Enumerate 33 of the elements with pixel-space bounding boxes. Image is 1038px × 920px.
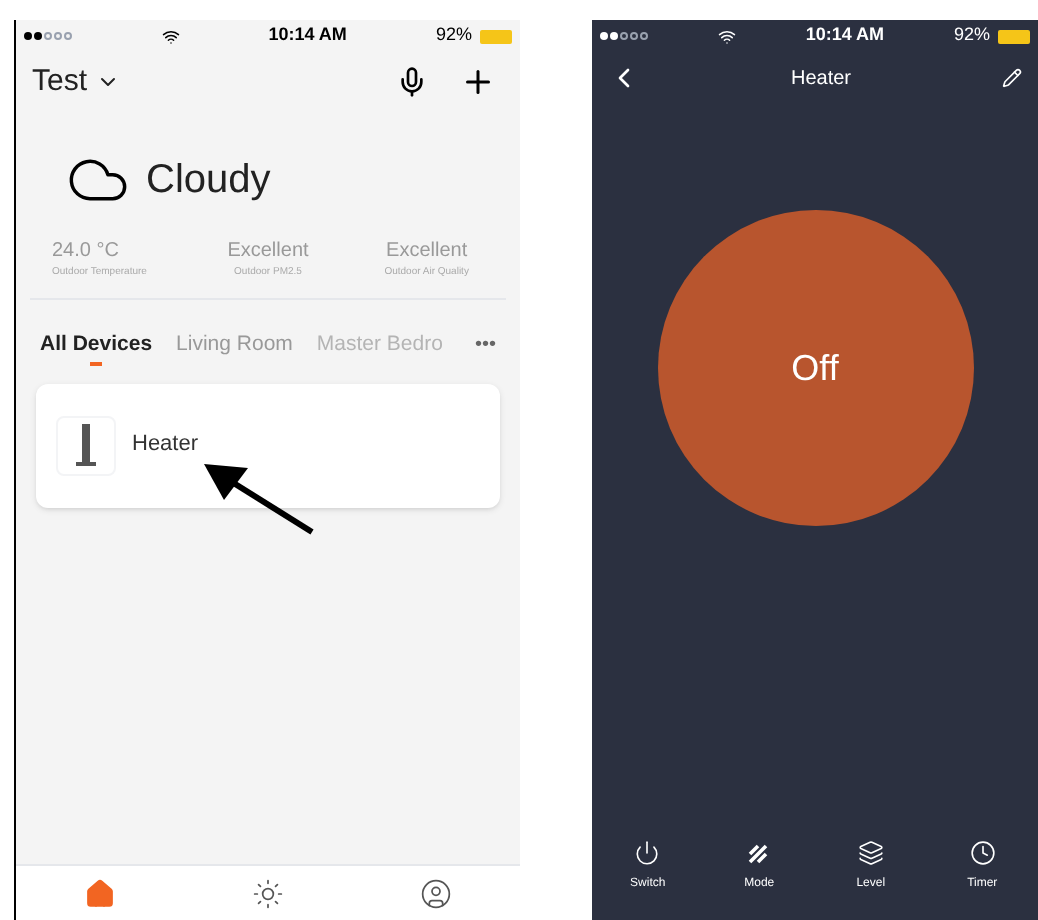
power-icon <box>634 840 661 866</box>
microphone-icon[interactable] <box>396 66 428 98</box>
battery-percent: 92% <box>953 22 990 49</box>
add-icon[interactable] <box>460 64 496 100</box>
stat-value: Excellent <box>227 238 309 266</box>
room-tab[interactable]: All Devices <box>40 329 153 361</box>
screen-title: Heater <box>790 65 851 93</box>
battery-percent: 92% <box>435 22 472 49</box>
device-card[interactable]: Heater <box>36 383 500 507</box>
sun-icon[interactable] <box>252 878 284 910</box>
battery-icon <box>479 29 512 43</box>
stat-value: 24.0 °C <box>52 238 119 266</box>
status-time: 10:14 AM <box>268 22 347 49</box>
edit-icon[interactable] <box>1001 68 1022 88</box>
heater-icon <box>56 415 116 475</box>
wifi-icon <box>717 27 736 45</box>
home-icon[interactable] <box>84 878 116 910</box>
pointer-arrow <box>200 460 316 536</box>
signal-icon <box>600 32 648 40</box>
wifi-icon <box>161 27 180 45</box>
more-button[interactable]: ••• <box>474 330 496 360</box>
tab-indicator <box>90 361 103 366</box>
clock-icon <box>969 840 996 866</box>
stack-icon <box>857 840 884 866</box>
user-icon[interactable] <box>420 878 452 910</box>
slashes-icon <box>746 840 773 866</box>
home-selector[interactable]: Test <box>32 59 120 105</box>
status-time: 10:14 AM <box>805 22 885 49</box>
device-name: Heater <box>132 430 199 461</box>
stat-value: Excellent <box>386 238 468 266</box>
battery-icon <box>997 29 1030 43</box>
weather-condition: Cloudy <box>146 156 271 206</box>
signal-icon <box>24 32 72 40</box>
